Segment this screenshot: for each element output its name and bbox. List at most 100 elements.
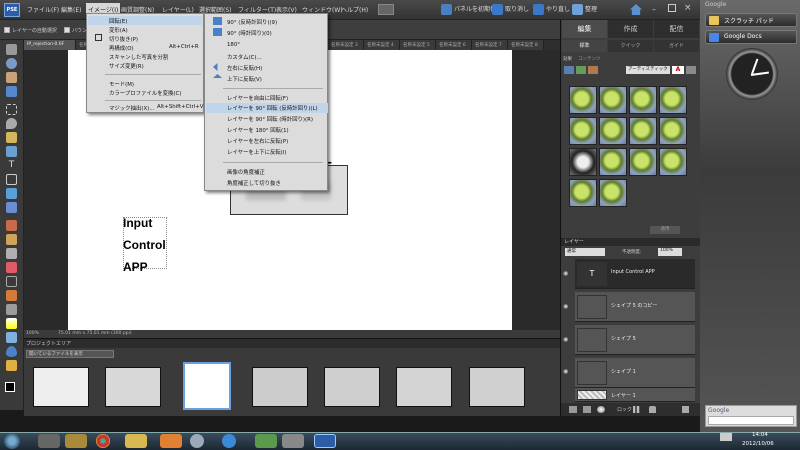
layer-styles-category-icon[interactable] [576,66,586,74]
layer-visibility-icon[interactable]: ◉ [563,303,573,310]
project-thumb-2[interactable] [105,367,161,407]
new-group-icon[interactable] [583,406,591,413]
taskbar-explorer[interactable] [125,434,147,448]
taskbar-photoshop-elements[interactable] [314,434,336,448]
crop-tool-icon[interactable] [6,174,17,185]
taskbar-app-5[interactable] [160,434,182,448]
effects-menu-icon[interactable] [686,66,696,74]
project-thumb-7[interactable] [469,367,525,407]
scratch-pad-gadget[interactable]: スクラッチ パッド [705,13,797,27]
close-button[interactable]: × [684,3,692,13]
taskbar-app-9[interactable] [282,434,304,448]
effect-thumb-9[interactable] [569,148,597,176]
project-thumb-4[interactable] [252,367,308,407]
subtab-quick[interactable]: クイック [608,40,653,52]
project-thumb-6[interactable] [396,367,452,407]
minimize-button[interactable]: – [652,5,656,14]
clone-stamp-tool-icon[interactable] [6,248,17,259]
menu-item-crop[interactable]: 切り抜き(P) [109,35,138,43]
taskbar-clock-time[interactable]: 14:04 [752,432,768,438]
cookie-cutter-tool-icon[interactable] [6,188,17,199]
menu-item-convert-profile[interactable]: カラープロファイルを変換(C) [109,89,181,97]
redo-button[interactable]: やり直し [546,4,570,13]
content-tab[interactable]: コンテンツ [578,56,601,62]
spot-healing-tool-icon[interactable] [6,234,17,245]
menu-item-mode[interactable]: モード(M) [109,80,134,88]
effect-thumb-4[interactable] [659,86,687,114]
effect-thumb-7[interactable] [629,117,657,145]
tab-document-4[interactable]: 名称未設定 4 [364,40,400,50]
effect-thumb-13[interactable] [569,179,597,207]
effect-thumb-2[interactable] [599,86,627,114]
layer-row-layer1[interactable]: レイヤー 1 [575,388,695,402]
pencil-tool-icon[interactable] [6,290,17,301]
tab-edit[interactable]: 編集 [562,20,607,38]
effect-thumb-14[interactable] [599,179,627,207]
straighten-tool-icon[interactable] [6,202,17,213]
project-thumb-1[interactable] [33,367,89,407]
effect-thumb-11[interactable] [629,148,657,176]
red-eye-tool-icon[interactable] [6,220,17,231]
marquee-tool-icon[interactable] [6,104,17,115]
menu-file[interactable]: ファイル(F) [27,5,59,14]
layer-row-shape1[interactable]: シェイプ 1 [575,358,695,388]
keyboard-icon[interactable] [720,433,732,441]
selection-brush-tool-icon[interactable] [6,146,17,157]
tab-share[interactable]: 配信 [654,20,699,38]
taskbar-clock-date[interactable]: 2012/10/06 [742,441,774,447]
lasso-tool-icon[interactable] [6,118,17,129]
menu-help[interactable]: ヘルプ(H) [341,5,368,14]
type-effect-icon[interactable]: A [672,66,684,74]
menu-item-flip-vertical[interactable]: 上下に反転(V) [227,75,262,83]
organize-button[interactable]: 整理 [585,4,597,13]
menu-item-straighten[interactable]: 画像の角度補正 [227,168,265,176]
project-thumb-3[interactable] [183,362,231,410]
effect-thumb-3[interactable] [629,86,657,114]
reset-panels-button[interactable]: パネルを初期化 [454,4,496,13]
gradient-tool-icon[interactable] [6,318,17,329]
effects-tab[interactable]: 効果 [563,56,572,62]
menu-item-layer-90-cw[interactable]: レイヤーを 90° 回転 (時計回り)(R) [227,115,313,123]
tab-create[interactable]: 作成 [608,20,653,38]
paint-bucket-tool-icon[interactable] [6,304,17,315]
opacity-input[interactable]: 100% [658,248,682,256]
taskbar-skype[interactable] [222,434,236,448]
foreground-color-swatch[interactable] [5,382,15,392]
eyedropper-tool-icon[interactable] [6,86,17,97]
google-search-input[interactable] [708,416,794,425]
taskbar-itunes[interactable] [190,434,204,448]
auto-select-checkbox[interactable] [4,27,10,33]
bounding-box-checkbox[interactable] [64,27,70,33]
undo-button[interactable]: 取り消し [505,4,529,13]
effect-thumb-8[interactable] [659,117,687,145]
menu-item-straighten-crop[interactable]: 角度補正して切り抜き [227,179,281,187]
menu-item-recompose[interactable]: 再構成(O) [109,44,134,52]
tab-document-3[interactable]: 名称未設定 3 [328,40,364,50]
subtab-full[interactable]: 標準 [562,40,607,52]
layer-visibility-icon[interactable]: ◉ [563,368,573,375]
google-search-gadget[interactable]: Google [705,405,797,427]
delete-layer-icon[interactable] [682,406,689,413]
type-tool-icon[interactable]: T [6,160,17,171]
project-bin-filter[interactable]: 開いているファイルを表示 [26,350,114,358]
effect-thumb-6[interactable] [599,117,627,145]
lock-transparency-icon[interactable] [633,406,640,413]
menu-item-rotate-custom[interactable]: カスタム(C)... [227,53,262,61]
menu-item-magic-extractor[interactable]: マジック抽出(X)... [109,104,154,112]
effect-thumb-12[interactable] [659,148,687,176]
blur-tool-icon[interactable] [6,346,17,357]
tab-document-5[interactable]: 名称未設定 5 [400,40,436,50]
new-layer-icon[interactable] [569,406,577,413]
taskbar-app-8[interactable] [255,434,277,448]
menu-item-layer-90-ccw[interactable]: レイヤーを 90° 回転 (反時計回り)(L) [227,104,318,112]
blend-mode-select[interactable]: 通常 [565,248,605,256]
layer-row-text[interactable]: T Input Control APP [575,259,695,289]
project-thumb-5[interactable] [324,367,380,407]
tab-document-6[interactable]: 名称未設定 6 [436,40,472,50]
menu-item-divide-scanned[interactable]: スキャンした写真を分割 [109,53,168,61]
eraser-tool-icon[interactable] [6,262,17,273]
maximize-button[interactable] [668,4,676,12]
hand-tool-icon[interactable] [6,72,17,83]
effect-thumb-1[interactable] [569,86,597,114]
filters-category-icon[interactable] [564,66,574,74]
